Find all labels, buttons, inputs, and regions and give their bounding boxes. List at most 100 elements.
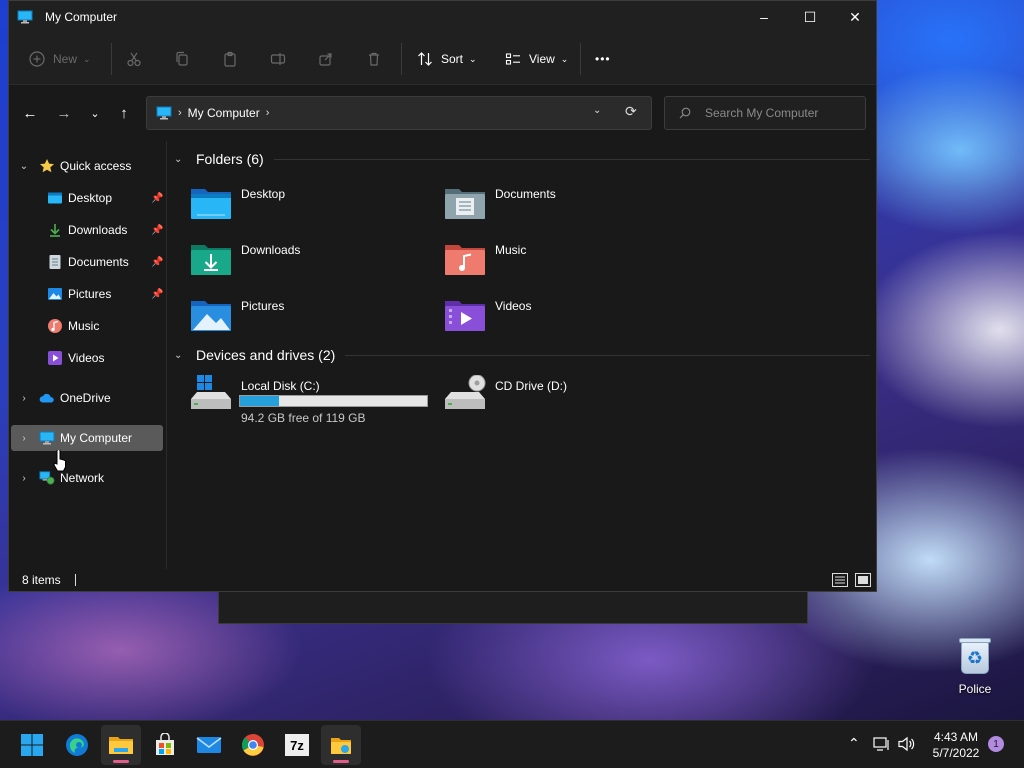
back-button[interactable]: ← — [18, 101, 42, 125]
sidebar-item-documents[interactable]: Documents 📌 — [11, 249, 163, 275]
videos-folder-icon — [445, 301, 485, 331]
view-button[interactable]: View ⌄ — [505, 47, 568, 71]
sidebar-item-label: Network — [60, 471, 105, 485]
drive-tile-cd-drive[interactable]: CD Drive (D:) — [443, 375, 693, 425]
rename-button[interactable] — [270, 47, 286, 71]
sidebar-item-downloads[interactable]: Downloads 📌 — [11, 217, 163, 243]
chevron-down-icon[interactable]: ⌄ — [19, 161, 29, 172]
navigation-pane: ⌄ Quick access Desktop 📌 Downloads 📌 Doc… — [9, 141, 167, 569]
drive-usage-bar — [239, 395, 428, 407]
folder-tile-pictures[interactable]: Pictures — [189, 295, 429, 345]
taskbar-edge[interactable] — [57, 725, 97, 765]
folder-tile-downloads[interactable]: Downloads — [189, 239, 429, 289]
sidebar-item-quick-access[interactable]: ⌄ Quick access — [11, 153, 163, 179]
sidebar-item-music[interactable]: Music — [11, 313, 163, 339]
taskbar-pinned-explorer[interactable] — [321, 725, 361, 765]
chevron-down-icon[interactable]: ⌄ — [174, 350, 188, 361]
folder-tile-documents[interactable]: Documents — [443, 183, 683, 233]
show-hidden-icons-button[interactable]: ⌃ — [848, 735, 860, 752]
new-button[interactable]: New ⌄ — [29, 47, 91, 71]
address-bar[interactable]: › My Computer › ⌄ ⟳ — [146, 96, 652, 130]
chevron-right-icon[interactable]: › — [19, 433, 29, 444]
close-icon: ✕ — [849, 8, 861, 25]
breadcrumb-separator-icon[interactable]: › — [266, 107, 270, 119]
sidebar-item-label: My Computer — [60, 431, 133, 445]
sidebar-item-pictures[interactable]: Pictures 📌 — [11, 281, 163, 307]
chevron-down-icon: ⌄ — [469, 53, 477, 64]
close-button[interactable]: ✕ — [832, 1, 878, 33]
sort-button[interactable]: Sort ⌄ — [417, 47, 477, 71]
group-divider — [345, 354, 870, 356]
system-clock[interactable]: 4:43 AM 5/7/2022 — [926, 729, 986, 761]
sidebar-item-network[interactable]: › Network — [11, 465, 163, 491]
pictures-icon — [47, 286, 63, 302]
folder-name: Music — [495, 243, 527, 257]
breadcrumb-my-computer[interactable]: My Computer — [188, 106, 260, 120]
drive-tile-local-disk[interactable]: Local Disk (C:) 94.2 GB free of 119 GB — [189, 375, 439, 425]
sidebar-item-label: Downloads — [68, 223, 128, 237]
download-icon — [47, 222, 63, 238]
notification-count: 1 — [993, 738, 999, 750]
refresh-icon[interactable]: ⟳ — [625, 103, 637, 120]
chevron-down-icon[interactable]: ⌄ — [174, 154, 188, 165]
search-box[interactable] — [664, 96, 866, 130]
folders-group-header[interactable]: ⌄ Folders (6) — [174, 149, 870, 169]
address-history-button[interactable]: ⌄ — [593, 105, 601, 116]
network-tray-icon[interactable] — [873, 736, 891, 755]
up-button[interactable]: ↑ — [112, 101, 136, 125]
folder-tile-desktop[interactable]: Desktop — [189, 183, 429, 233]
breadcrumb-separator-icon: › — [178, 107, 182, 119]
details-view-button[interactable] — [832, 573, 848, 587]
sidebar-item-label: Pictures — [68, 287, 112, 301]
arrow-right-icon: → — [56, 104, 72, 122]
search-input[interactable] — [705, 106, 865, 120]
clock-time: 4:43 AM — [933, 730, 979, 744]
drive-name: Local Disk (C:) — [241, 379, 320, 393]
maximize-button[interactable]: ☐ — [787, 1, 833, 33]
recent-locations-button[interactable]: ⌄ — [83, 101, 107, 125]
copy-button[interactable] — [174, 47, 190, 71]
delete-button[interactable] — [366, 47, 382, 71]
drive-usage-fill — [240, 396, 280, 406]
minimize-button[interactable]: – — [741, 1, 787, 33]
network-icon — [39, 470, 55, 486]
share-button[interactable] — [318, 47, 334, 71]
sidebar-item-label: Quick access — [60, 159, 132, 173]
group-divider — [273, 158, 870, 160]
sidebar-item-desktop[interactable]: Desktop 📌 — [11, 185, 163, 211]
status-bar: 8 items — [9, 569, 876, 591]
sidebar-item-onedrive[interactable]: › OneDrive — [11, 385, 163, 411]
scissors-icon — [127, 52, 141, 67]
pin-icon: 📌 — [151, 224, 164, 236]
taskbar-chrome[interactable] — [233, 725, 273, 765]
sidebar-item-label: Documents — [68, 255, 129, 269]
forward-button[interactable]: → — [52, 101, 76, 125]
taskbar-mail[interactable] — [189, 725, 229, 765]
paste-button[interactable] — [222, 47, 238, 71]
taskbar-file-explorer[interactable] — [101, 725, 141, 765]
chevron-right-icon[interactable]: › — [19, 473, 29, 484]
folder-tile-music[interactable]: Music — [443, 239, 683, 289]
arrow-left-icon: ← — [22, 104, 38, 122]
large-icons-view-button[interactable] — [855, 573, 871, 587]
sidebar-item-videos[interactable]: Videos — [11, 345, 163, 371]
title-bar[interactable]: My Computer – ☐ ✕ — [9, 1, 876, 33]
speaker-icon — [898, 736, 915, 752]
volume-tray-icon[interactable] — [898, 736, 916, 755]
trash-icon — [369, 52, 379, 66]
cut-button[interactable] — [126, 47, 142, 71]
notification-badge[interactable]: 1 — [988, 736, 1004, 752]
devices-group-header[interactable]: ⌄ Devices and drives (2) — [174, 345, 870, 365]
folder-name: Pictures — [241, 299, 285, 313]
clipboard-icon — [224, 51, 236, 67]
taskbar-store[interactable] — [145, 725, 185, 765]
view-label: View — [529, 52, 555, 66]
folder-tile-videos[interactable]: Videos — [443, 295, 683, 345]
start-button[interactable] — [12, 725, 52, 765]
chevron-right-icon[interactable]: › — [19, 393, 29, 404]
taskbar-7zip[interactable]: 7z — [277, 725, 317, 765]
more-options-button[interactable]: ••• — [595, 47, 611, 71]
background-window[interactable] — [218, 588, 808, 624]
recycle-bin-shortcut[interactable]: ♻ Police — [944, 636, 1006, 706]
sidebar-item-my-computer[interactable]: › My Computer — [11, 425, 163, 451]
